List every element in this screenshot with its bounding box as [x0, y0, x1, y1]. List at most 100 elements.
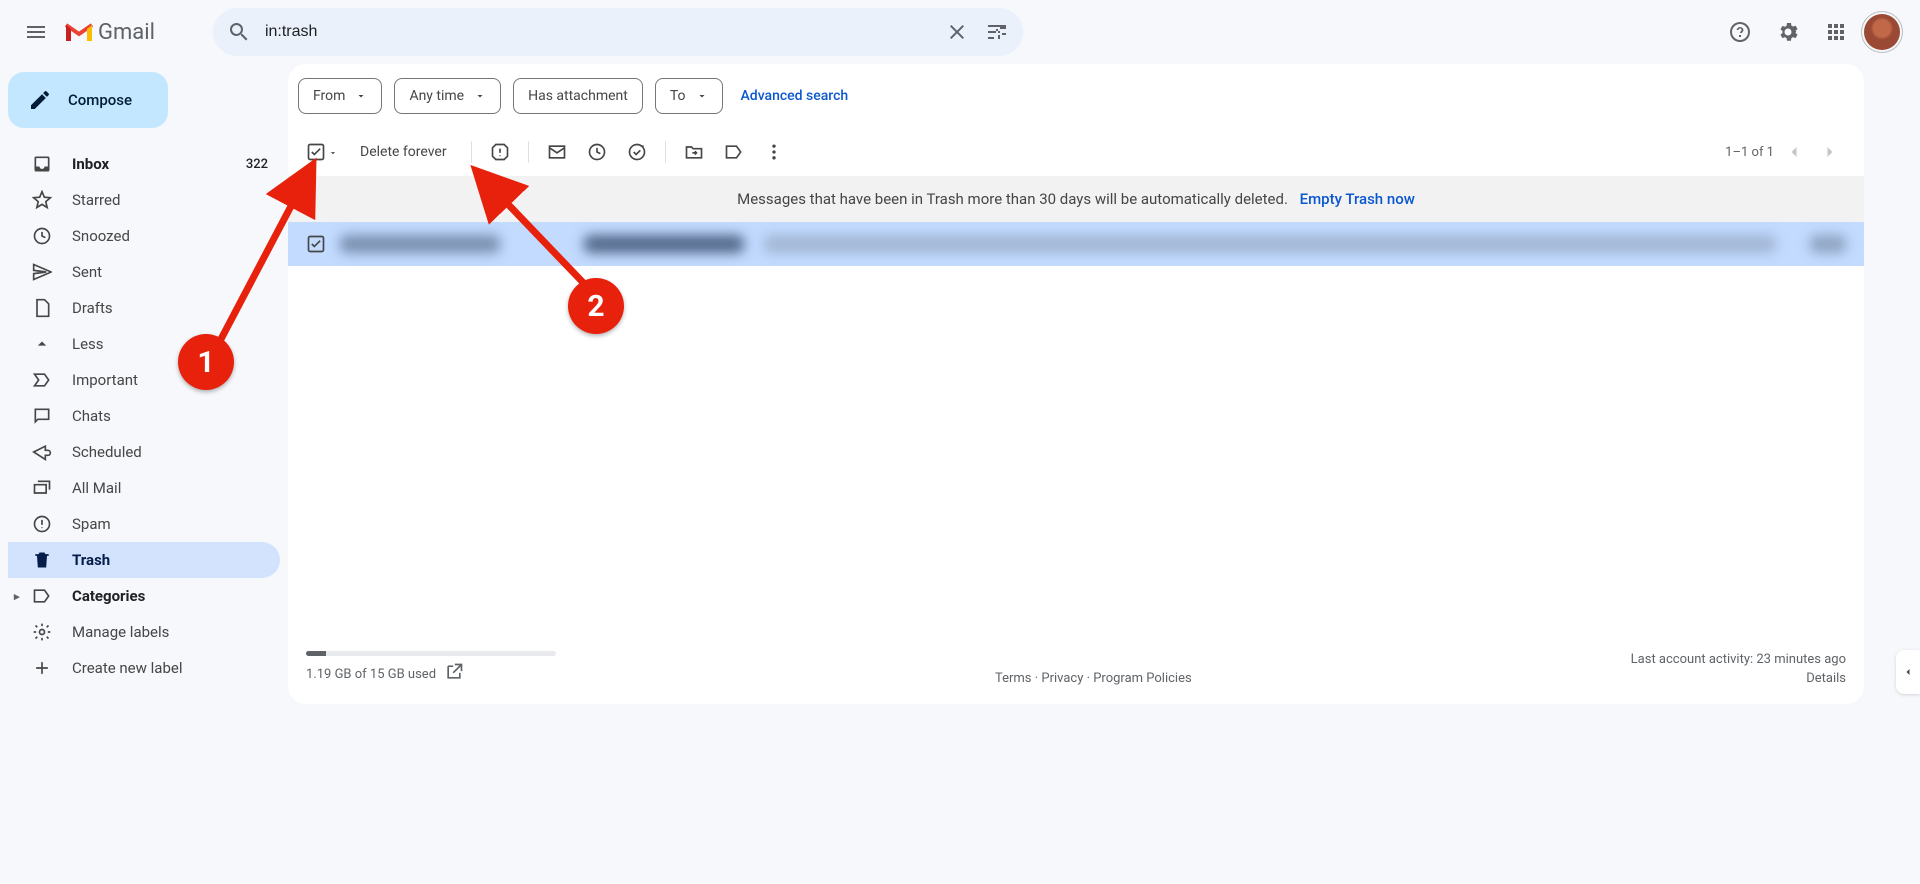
help-icon — [1728, 20, 1752, 44]
sidebar-item-label: Chats — [72, 407, 268, 425]
search-bar — [213, 8, 1023, 56]
sidebar-item-label: Trash — [72, 551, 268, 569]
header-left: Gmail — [12, 8, 155, 56]
sidebar-item-spam[interactable]: Spam — [8, 506, 280, 542]
account-avatar[interactable] — [1864, 14, 1900, 50]
sidebar-item-chats[interactable]: Chats — [8, 398, 280, 434]
clear-search-button[interactable] — [937, 12, 977, 52]
clock-icon — [32, 226, 52, 246]
mail-icon — [547, 142, 567, 162]
plus-icon — [32, 658, 52, 678]
activity-text: Last account activity: 23 minutes ago — [1631, 652, 1846, 667]
sidebar-item-less[interactable]: Less — [8, 326, 280, 362]
delete-forever-button[interactable]: Delete forever — [344, 144, 463, 160]
snooze-button[interactable] — [577, 132, 617, 172]
search-button[interactable] — [219, 12, 259, 52]
storage-manage-link[interactable] — [444, 662, 464, 686]
sidebar-item-all-mail[interactable]: All Mail — [8, 470, 280, 506]
sidebar-item-categories[interactable]: Categories — [8, 578, 280, 614]
sidebar-item-trash[interactable]: Trash — [8, 542, 280, 578]
gmail-logo-icon — [64, 21, 94, 43]
inbox-count: 322 — [246, 157, 268, 172]
google-apps-button[interactable] — [1816, 12, 1856, 52]
report-spam-icon — [490, 142, 510, 162]
chip-has-attachment[interactable]: Has attachment — [513, 78, 643, 114]
add-to-tasks-button[interactable] — [617, 132, 657, 172]
sidebar-item-snoozed[interactable]: Snoozed — [8, 218, 280, 254]
body: Compose Inbox 322 Starred Snoozed Sent — [0, 64, 1920, 884]
close-icon — [945, 20, 969, 44]
clock-icon — [587, 142, 607, 162]
search-right-icons — [937, 12, 1017, 52]
spam-icon — [32, 514, 52, 534]
open-in-new-icon — [444, 662, 464, 682]
sidebar-item-label: Scheduled — [72, 443, 268, 461]
compose-button[interactable]: Compose — [8, 72, 168, 128]
labels-button[interactable] — [714, 132, 754, 172]
sidebar-item-label: All Mail — [72, 479, 268, 497]
chip-to[interactable]: To — [655, 78, 723, 114]
sidebar-item-inbox[interactable]: Inbox 322 — [8, 146, 280, 182]
empty-trash-now-link[interactable]: Empty Trash now — [1300, 190, 1415, 208]
chip-label: From — [313, 88, 345, 104]
mark-unread-button[interactable] — [537, 132, 577, 172]
inbox-icon — [32, 154, 52, 174]
side-panel-toggle[interactable] — [1896, 650, 1920, 694]
report-spam-button[interactable] — [480, 132, 520, 172]
select-all-checkbox[interactable] — [306, 142, 326, 162]
checkbox-checked-icon — [306, 142, 326, 162]
label-icon — [724, 142, 744, 162]
filter-chips-row: From Any time Has attachment To Advanced… — [288, 64, 1864, 128]
sidebar: Compose Inbox 322 Starred Snoozed Sent — [0, 64, 288, 884]
caret-down-icon — [696, 90, 708, 102]
main-menu-button[interactable] — [12, 8, 60, 56]
gmail-logo[interactable]: Gmail — [64, 20, 155, 45]
sidebar-item-drafts[interactable]: Drafts — [8, 290, 280, 326]
select-all-menu[interactable] — [326, 143, 344, 162]
sidebar-item-create-label[interactable]: Create new label — [8, 650, 280, 686]
footer-activity: Last account activity: 23 minutes ago De… — [1631, 652, 1846, 686]
sidebar-item-sent[interactable]: Sent — [8, 254, 280, 290]
trash-banner: Messages that have been in Trash more th… — [288, 176, 1864, 222]
add-task-icon — [627, 142, 647, 162]
sidebar-item-label: Create new label — [72, 659, 268, 677]
gear-small-icon — [32, 622, 52, 642]
sidebar-item-scheduled[interactable]: Scheduled — [8, 434, 280, 470]
pencil-icon — [28, 88, 52, 112]
search-options-button[interactable] — [977, 12, 1017, 52]
prev-page-button[interactable] — [1778, 136, 1810, 168]
chevron-right-icon — [1820, 142, 1840, 162]
message-row[interactable] — [288, 222, 1864, 266]
advanced-search-link[interactable]: Advanced search — [741, 88, 849, 104]
activity-details-link[interactable]: Details — [1631, 671, 1846, 686]
more-button[interactable] — [754, 132, 794, 172]
search-input[interactable] — [259, 23, 937, 41]
message-checkbox[interactable] — [306, 234, 326, 254]
terms-link[interactable]: Terms — [995, 671, 1032, 686]
sidebar-item-label: Manage labels — [72, 623, 268, 641]
sidebar-item-label: Less — [72, 335, 268, 353]
chip-label: Any time — [409, 88, 464, 104]
folder-move-icon — [684, 142, 704, 162]
support-button[interactable] — [1720, 12, 1760, 52]
sidebar-item-manage-labels[interactable]: Manage labels — [8, 614, 280, 650]
caret-down-icon — [474, 90, 486, 102]
send-icon — [32, 262, 52, 282]
sidebar-item-starred[interactable]: Starred — [8, 182, 280, 218]
message-sender-redacted — [340, 235, 500, 253]
settings-button[interactable] — [1768, 12, 1808, 52]
stack-mail-icon — [32, 478, 52, 498]
storage-bar — [306, 651, 556, 656]
toolbar: Delete forever 1–1 of 1 — [288, 128, 1864, 176]
header-right — [1720, 12, 1912, 52]
privacy-link[interactable]: Privacy — [1041, 671, 1083, 686]
chip-from[interactable]: From — [298, 78, 382, 114]
search-icon — [227, 20, 251, 44]
storage-text: 1.19 GB of 15 GB used — [306, 667, 436, 682]
next-page-button[interactable] — [1814, 136, 1846, 168]
program-policies-link[interactable]: Program Policies — [1093, 671, 1191, 686]
sidebar-item-important[interactable]: Important — [8, 362, 280, 398]
move-to-button[interactable] — [674, 132, 714, 172]
chip-any-time[interactable]: Any time — [394, 78, 501, 114]
hamburger-icon — [24, 20, 48, 44]
